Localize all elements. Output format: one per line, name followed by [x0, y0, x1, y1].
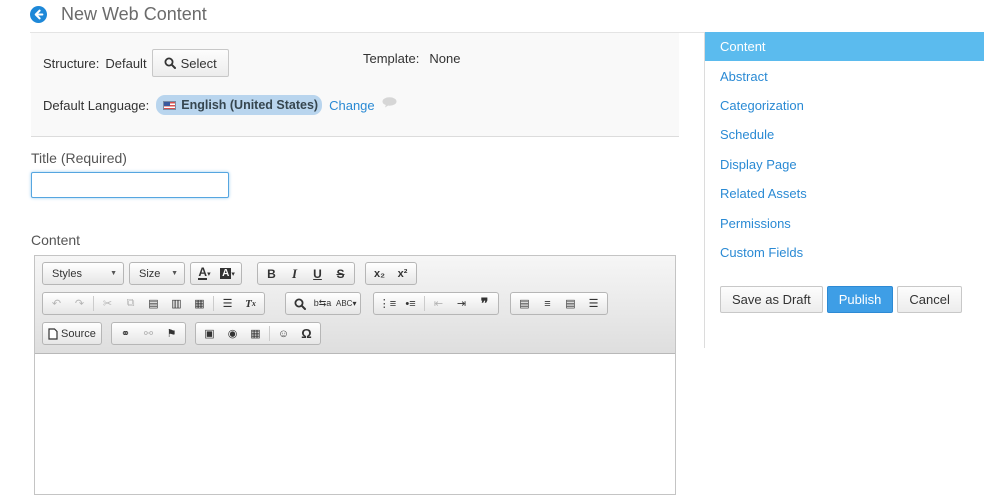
anchor-flag-icon[interactable]: ⚑: [160, 324, 183, 343]
template-row: Template: None: [363, 49, 460, 67]
rich-text-editor: Styles ▼ Size ▼ A ▾ A ▾ B I U S x₂ x² ↶ ↷ …: [34, 255, 676, 495]
save-as-draft-button[interactable]: Save as Draft: [720, 286, 823, 313]
paste-icon[interactable]: ▤: [142, 294, 165, 313]
justify-icon[interactable]: ☰: [582, 294, 605, 313]
undo-icon[interactable]: ↶: [45, 294, 68, 313]
sidebar-item-categorization[interactable]: Categorization: [705, 91, 984, 120]
separator: [269, 326, 270, 341]
template-value: None: [429, 50, 461, 66]
source-button-label: Source: [61, 327, 96, 340]
structure-value: Default: [105, 55, 147, 71]
history-clipboard-group: ↶ ↷ ✂ ⧉ ▤ ▥ ▦ ☰ Tx: [42, 292, 265, 315]
search-icon: [164, 57, 176, 69]
format-icon[interactable]: ☰: [216, 294, 239, 313]
spellcheck-icon[interactable]: ABC▾: [334, 294, 358, 313]
redo-icon[interactable]: ↷: [68, 294, 91, 313]
language-row: Default Language: English (United States…: [43, 95, 397, 115]
blockquote-icon[interactable]: ❞: [473, 294, 496, 313]
structure-label: Structure:: [43, 55, 100, 71]
help-icon[interactable]: [382, 96, 397, 108]
unlink-icon[interactable]: ⚯: [137, 324, 160, 343]
select-structure-button[interactable]: Select: [151, 49, 229, 77]
strike-button[interactable]: S: [329, 264, 352, 283]
size-dropdown[interactable]: Size ▼: [129, 262, 185, 285]
list-group: ⋮≡ •≡ ⇤ ⇥ ❞: [373, 292, 499, 315]
page-header: New Web Content: [30, 2, 207, 26]
cancel-button[interactable]: Cancel: [897, 286, 962, 313]
italic-button[interactable]: I: [283, 264, 306, 283]
sidebar-item-display-page[interactable]: Display Page: [705, 150, 984, 179]
replace-icon[interactable]: b⇆a: [311, 294, 334, 313]
text-color-icon[interactable]: A ▾: [193, 264, 216, 283]
image-icon[interactable]: ▣: [198, 324, 221, 343]
page-title: New Web Content: [61, 3, 207, 24]
find-group: b⇆a ABC▾: [285, 292, 362, 315]
indent-icon[interactable]: ⇥: [450, 294, 473, 313]
superscript-button[interactable]: x²: [391, 264, 414, 283]
title-label: Title (Required): [31, 150, 127, 166]
sidebar-item-related-assets[interactable]: Related Assets: [705, 179, 984, 208]
change-language-link[interactable]: Change: [329, 98, 375, 113]
bulleted-list-icon[interactable]: •≡: [399, 294, 422, 313]
basic-styles-group: B I U S: [257, 262, 355, 285]
structure-row: Structure: Default Select: [43, 49, 229, 77]
paste-word-icon[interactable]: ▦: [188, 294, 211, 313]
copy-icon[interactable]: ⧉: [119, 294, 142, 313]
publish-button[interactable]: Publish: [826, 286, 894, 313]
styles-dropdown-label: Styles: [52, 267, 82, 280]
source-icon: [48, 327, 58, 340]
language-value: English (United States): [181, 98, 319, 112]
align-left-icon[interactable]: ▤: [513, 294, 536, 313]
align-right-icon[interactable]: ▤: [559, 294, 582, 313]
form-navigator: Content Abstract Categorization Schedule…: [704, 32, 984, 348]
cut-icon[interactable]: ✂: [96, 294, 119, 313]
subscript-button[interactable]: x₂: [368, 264, 391, 283]
color-group: A ▾ A ▾: [190, 262, 242, 285]
chevron-down-icon: ▼: [110, 270, 117, 277]
template-label: Template:: [363, 50, 420, 66]
title-input[interactable]: [31, 172, 229, 198]
underline-button[interactable]: U: [306, 264, 329, 283]
align-group: ▤ ≡ ▤ ☰: [510, 292, 608, 315]
align-center-icon[interactable]: ≡: [536, 294, 559, 313]
flash-icon[interactable]: ◉: [221, 324, 244, 343]
editor-toolbar: Styles ▼ Size ▼ A ▾ A ▾ B I U S x₂ x² ↶ ↷ …: [35, 256, 675, 354]
editor-content-area[interactable]: [35, 354, 675, 494]
language-pill: English (United States): [156, 95, 323, 115]
flag-icon: [163, 100, 177, 110]
content-label: Content: [31, 232, 81, 248]
separator: [93, 296, 94, 311]
paste-text-icon[interactable]: ▥: [165, 294, 188, 313]
table-icon[interactable]: ▦: [244, 324, 267, 343]
remove-format-icon[interactable]: Tx: [239, 294, 262, 313]
link-group: ⚭ ⚯ ⚑: [111, 322, 186, 345]
script-group: x₂ x²: [365, 262, 417, 285]
link-icon[interactable]: ⚭: [114, 324, 137, 343]
size-dropdown-label: Size: [139, 267, 161, 280]
structure-panel: Structure: Default Select Template: None…: [31, 33, 679, 137]
select-button-label: Select: [180, 55, 217, 71]
language-label: Default Language:: [43, 97, 150, 113]
sidebar-item-content[interactable]: Content: [705, 32, 984, 62]
insert-group: ▣ ◉ ▦ ☺ Ω: [195, 322, 321, 345]
bold-button[interactable]: B: [260, 264, 283, 283]
outdent-icon[interactable]: ⇤: [427, 294, 450, 313]
separator: [424, 296, 425, 311]
sidebar-item-custom-fields[interactable]: Custom Fields: [705, 238, 984, 267]
smiley-icon[interactable]: ☺: [272, 324, 295, 343]
styles-dropdown[interactable]: Styles ▼: [42, 262, 124, 285]
sidebar-item-abstract[interactable]: Abstract: [705, 61, 984, 90]
chevron-down-icon: ▼: [171, 270, 178, 277]
numbered-list-icon[interactable]: ⋮≡: [376, 294, 399, 313]
source-button[interactable]: Source: [45, 324, 99, 343]
sidebar-item-permissions[interactable]: Permissions: [705, 208, 984, 237]
special-char-icon[interactable]: Ω: [295, 324, 318, 343]
source-group: Source: [42, 322, 102, 345]
sidebar-item-schedule[interactable]: Schedule: [705, 120, 984, 149]
background-color-icon[interactable]: A ▾: [216, 264, 239, 283]
find-icon[interactable]: [288, 294, 311, 313]
form-actions: Save as Draft Publish Cancel: [720, 286, 966, 313]
back-arrow-icon[interactable]: [30, 5, 47, 23]
separator: [213, 296, 214, 311]
